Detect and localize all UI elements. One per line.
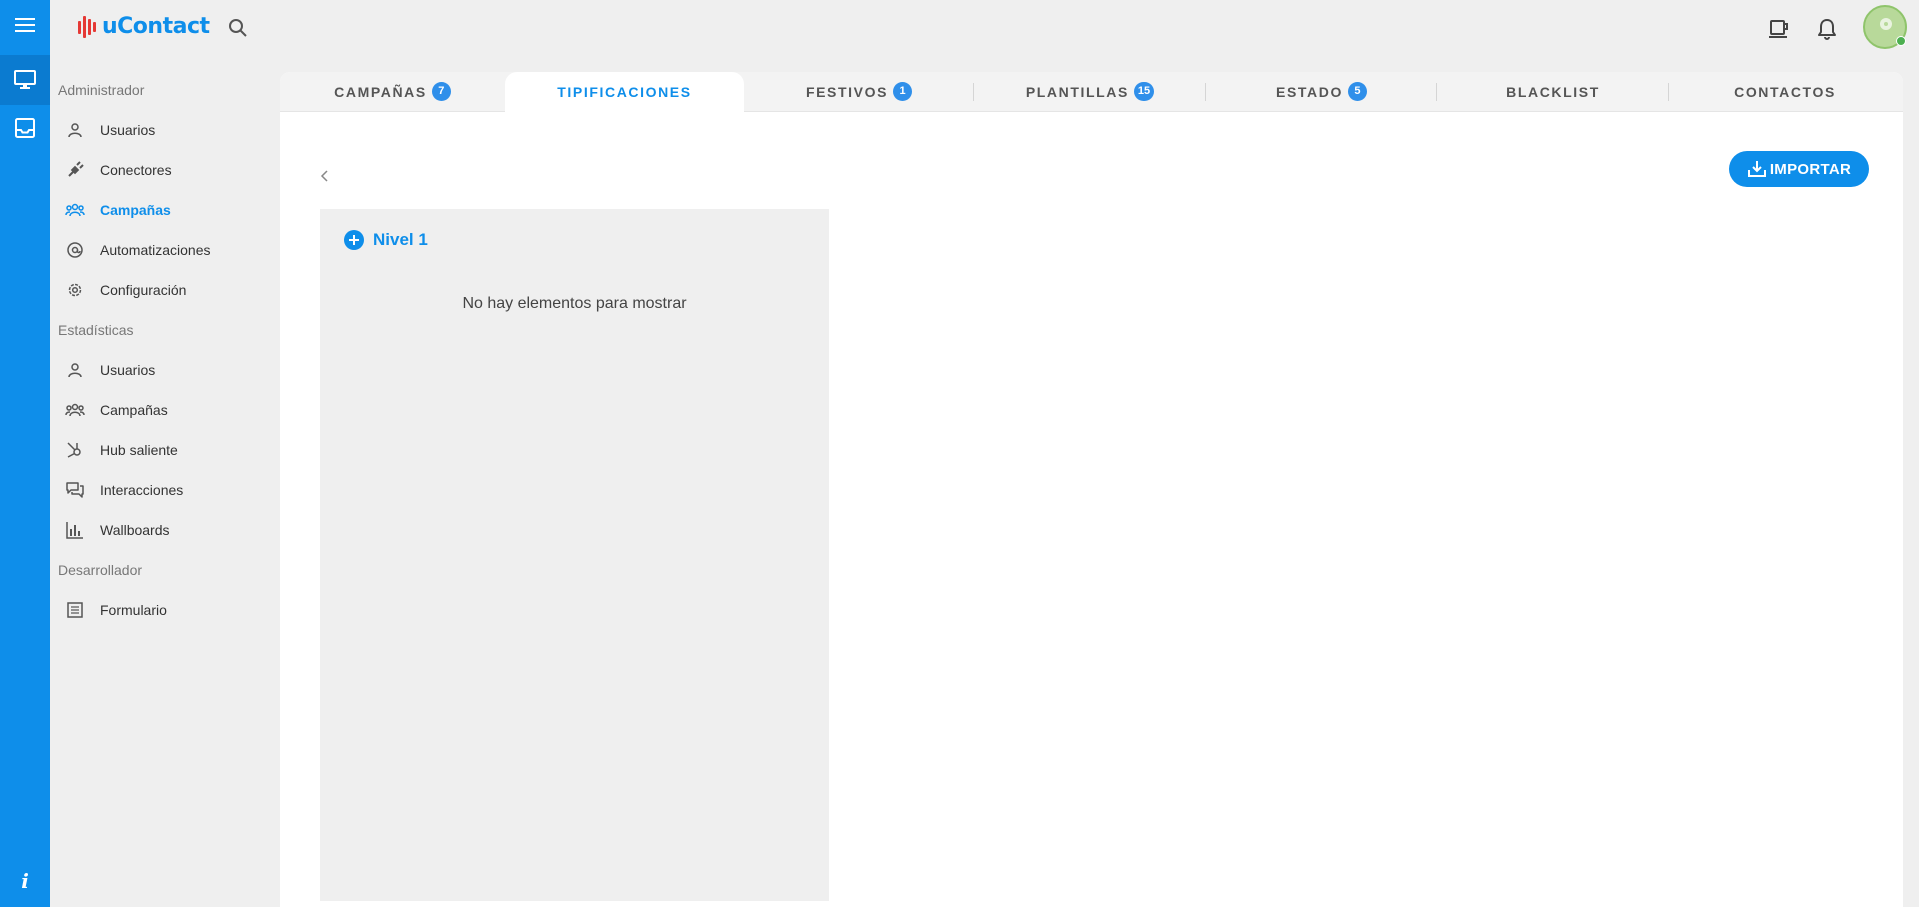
tab-blacklist[interactable]: BLACKLIST bbox=[1437, 72, 1669, 112]
rail-monitor-button[interactable] bbox=[0, 55, 50, 105]
tab-label: ESTADO bbox=[1276, 83, 1343, 100]
tab-label: BLACKLIST bbox=[1506, 83, 1600, 100]
plus-circle-icon bbox=[344, 230, 364, 250]
tab-label: CONTACTOS bbox=[1734, 83, 1836, 100]
tab-bar: CAMPAÑAS 7 TIPIFICACIONES FESTIVOS 1 PLA… bbox=[280, 71, 1903, 112]
at-gear-icon bbox=[65, 240, 85, 260]
notifications-button[interactable] bbox=[1815, 17, 1839, 41]
menu-button[interactable] bbox=[0, 0, 50, 50]
sidebar-item-label: Hub saliente bbox=[100, 442, 178, 458]
level-panel: Nivel 1 No hay elementos para mostrar bbox=[320, 209, 829, 901]
tab-plantillas[interactable]: PLANTILLAS 15 bbox=[974, 72, 1206, 112]
sidebar-item-wallboards[interactable]: Wallboards bbox=[50, 510, 275, 550]
tab-campanas[interactable]: CAMPAÑAS 7 bbox=[280, 72, 505, 112]
bar-chart-icon bbox=[65, 520, 85, 540]
section-title-estadisticas: Estadísticas bbox=[58, 322, 134, 338]
hub-icon bbox=[65, 440, 85, 460]
tab-tipificaciones[interactable]: TIPIFICACIONES bbox=[505, 71, 744, 112]
sidebar-item-admin-usuarios[interactable]: Usuarios bbox=[50, 110, 275, 150]
sidebar-item-label: Configuración bbox=[100, 282, 187, 298]
online-status-dot bbox=[1896, 36, 1906, 46]
hamburger-icon bbox=[15, 18, 35, 32]
user-icon bbox=[65, 120, 85, 140]
sidebar-item-label: Automatizaciones bbox=[100, 242, 211, 258]
sidebar-item-automatizaciones[interactable]: Automatizaciones bbox=[50, 230, 275, 270]
group-icon bbox=[65, 400, 85, 420]
sidebar-item-label: Usuarios bbox=[100, 122, 156, 138]
monitor-icon bbox=[14, 70, 36, 89]
info-button[interactable]: i bbox=[0, 869, 50, 893]
header-actions bbox=[1767, 5, 1907, 49]
download-icon bbox=[1747, 161, 1766, 177]
section-title-administrador: Administrador bbox=[58, 82, 145, 98]
sidebar-item-label: Conectores bbox=[100, 162, 172, 178]
search-icon bbox=[229, 19, 247, 37]
tab-festivos[interactable]: FESTIVOS 1 bbox=[744, 72, 974, 112]
sidebar-item-formulario[interactable]: Formulario bbox=[50, 590, 275, 630]
section-title-desarrollador: Desarrollador bbox=[58, 562, 143, 578]
tab-label: FESTIVOS bbox=[805, 83, 889, 100]
search-button[interactable] bbox=[228, 18, 248, 42]
logo-mark-icon bbox=[78, 15, 96, 38]
main-card: CAMPAÑAS 7 TIPIFICACIONES FESTIVOS 1 PLA… bbox=[280, 71, 1903, 907]
sidebar-item-label: Campañas bbox=[100, 202, 171, 218]
sidebar-item-label: Wallboards bbox=[100, 522, 170, 538]
chevron-left-icon bbox=[320, 170, 328, 182]
bell-icon bbox=[1818, 19, 1836, 40]
sidebar-item-stats-usuarios[interactable]: Usuarios bbox=[50, 350, 275, 390]
tab-contactos[interactable]: CONTACTOS bbox=[1669, 72, 1901, 112]
back-button[interactable] bbox=[320, 168, 330, 187]
app-rail: i bbox=[0, 0, 50, 907]
ucontact-logo: uContact bbox=[78, 14, 210, 39]
tab-estado[interactable]: ESTADO 5 bbox=[1206, 72, 1437, 112]
sidebar-item-label: Formulario bbox=[100, 602, 167, 618]
avatar[interactable] bbox=[1863, 5, 1907, 49]
import-button-label: IMPORTAR bbox=[1769, 160, 1852, 178]
tab-label: TIPIFICACIONES bbox=[557, 83, 692, 100]
inbox-icon bbox=[15, 118, 35, 138]
top-header: uContact bbox=[50, 0, 1919, 60]
tab-badge: 5 bbox=[1347, 82, 1367, 101]
form-icon bbox=[65, 600, 85, 620]
sidebar-item-admin-campanas[interactable]: Campañas bbox=[50, 190, 275, 230]
sidebar-item-conectores[interactable]: Conectores bbox=[50, 150, 275, 190]
break-cup-icon bbox=[1769, 20, 1788, 38]
chat-icon bbox=[65, 480, 85, 500]
add-level-button[interactable]: Nivel 1 bbox=[344, 230, 428, 250]
empty-message: No hay elementos para mostrar bbox=[462, 295, 687, 312]
plug-icon bbox=[65, 160, 85, 180]
gear-icon bbox=[65, 280, 85, 300]
sidebar-item-stats-campanas[interactable]: Campañas bbox=[50, 390, 275, 430]
rail-inbox-button[interactable] bbox=[0, 103, 50, 153]
sidebar-item-label: Interacciones bbox=[100, 482, 184, 498]
sidebar-item-hub-saliente[interactable]: Hub saliente bbox=[50, 430, 275, 470]
level-title: Nivel 1 bbox=[373, 230, 428, 249]
sidebar: Administrador Usuarios Conectores Campañ… bbox=[50, 70, 275, 630]
sidebar-item-label: Usuarios bbox=[100, 362, 156, 378]
tab-badge: 7 bbox=[431, 82, 451, 101]
tab-label: CAMPAÑAS bbox=[334, 83, 427, 100]
import-button[interactable]: IMPORTAR bbox=[1729, 151, 1869, 187]
sidebar-item-configuracion[interactable]: Configuración bbox=[50, 270, 275, 310]
tab-badge: 1 bbox=[893, 82, 913, 101]
tab-badge: 15 bbox=[1133, 82, 1155, 101]
sidebar-item-interacciones[interactable]: Interacciones bbox=[50, 470, 275, 510]
logo-text: uContact bbox=[102, 14, 210, 39]
tab-label: PLANTILLAS bbox=[1025, 83, 1129, 100]
break-button[interactable] bbox=[1767, 17, 1791, 41]
user-icon bbox=[65, 360, 85, 380]
group-icon bbox=[65, 200, 85, 220]
sidebar-item-label: Campañas bbox=[100, 402, 168, 418]
